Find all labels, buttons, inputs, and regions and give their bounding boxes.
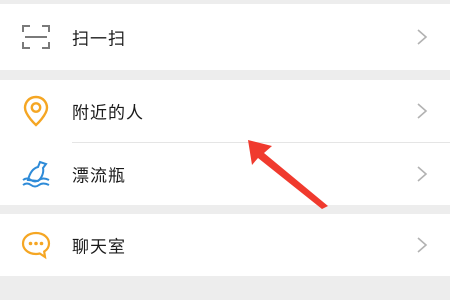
menu-group-3: 聊天室	[0, 214, 450, 276]
menu-item-people-nearby[interactable]: 附近的人	[0, 80, 450, 142]
chat-bubble-icon	[20, 229, 52, 261]
menu-item-label: 漂流瓶	[72, 166, 126, 186]
menu-item-label: 附近的人	[72, 103, 144, 124]
chevron-right-icon	[417, 237, 428, 253]
scan-icon	[20, 21, 52, 53]
drift-bottle-icon	[20, 158, 52, 190]
menu-item-label: 聊天室	[72, 237, 126, 258]
chevron-right-icon	[417, 103, 428, 119]
menu-item-label: 扫一扫	[72, 29, 126, 50]
menu-item-drift-bottle[interactable]: 漂流瓶	[0, 142, 450, 205]
location-pin-icon	[20, 95, 52, 127]
menu-group-1: 扫一扫	[0, 4, 450, 70]
menu-item-scan[interactable]: 扫一扫	[0, 4, 450, 70]
menu-item-chat-room[interactable]: 聊天室	[0, 214, 450, 276]
menu-group-2: 附近的人 漂流瓶	[0, 80, 450, 205]
chevron-right-icon	[417, 29, 428, 45]
chevron-right-icon	[417, 165, 428, 182]
